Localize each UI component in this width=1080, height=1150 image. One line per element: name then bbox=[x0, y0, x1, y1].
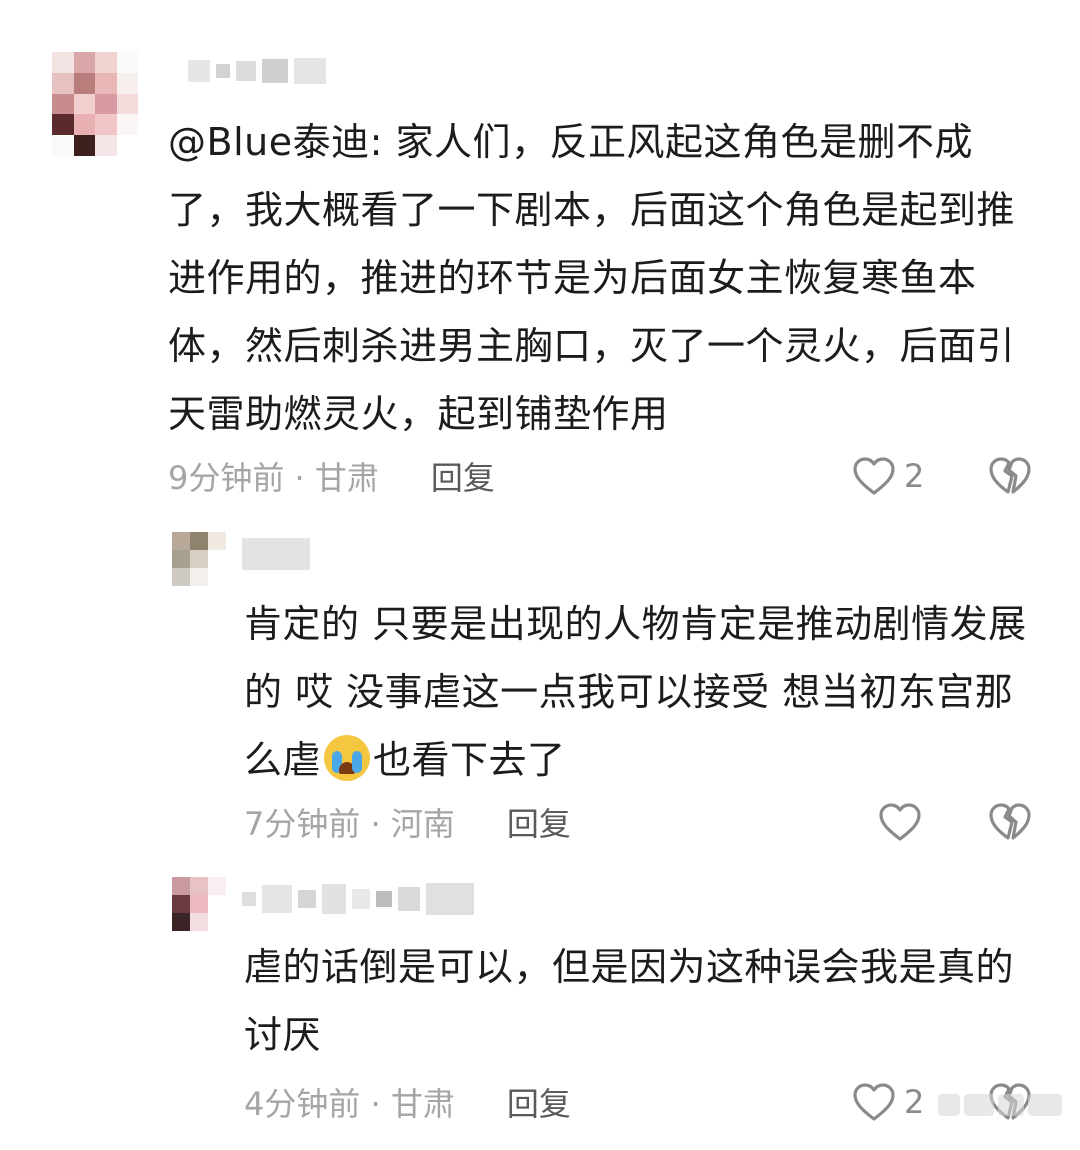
like-button[interactable]: 2 bbox=[852, 1082, 928, 1122]
comment-reply: 虐的话倒是可以，但是因为这种误会我是真的讨厌 4分钟前 · 甘肃 回复 2 bbox=[0, 865, 1080, 1150]
username-blurred[interactable] bbox=[242, 536, 310, 572]
like-count: 2 bbox=[904, 457, 925, 495]
reply-button[interactable]: 回复 bbox=[431, 453, 495, 499]
username-blurred[interactable] bbox=[188, 58, 326, 84]
comment-reply: 肯定的 只要是出现的人物肯定是推动剧情发展的 哎 没事虐这一点我可以接受 想当初… bbox=[0, 520, 1080, 865]
comment-top-level: @Blue泰迪: 家人们，反正风起这角色是删不成了，我大概看了一下剧本，后面这个… bbox=[0, 0, 1080, 520]
time-location: 9分钟前 · 甘肃 bbox=[168, 459, 379, 497]
broken-heart-icon bbox=[989, 803, 1031, 840]
avatar[interactable] bbox=[52, 52, 138, 156]
username-blurred[interactable] bbox=[242, 879, 474, 919]
comment-meta: 4分钟前 · 甘肃 回复 bbox=[244, 1080, 571, 1124]
time-location: 7分钟前 · 河南 bbox=[244, 805, 455, 843]
reply-button[interactable]: 回复 bbox=[507, 1079, 571, 1125]
heart-outline-icon bbox=[879, 803, 921, 841]
reply-button[interactable]: 回复 bbox=[507, 799, 571, 845]
comment-actions bbox=[878, 800, 1031, 844]
avatar[interactable] bbox=[172, 532, 226, 586]
dislike-button[interactable] bbox=[988, 456, 1032, 496]
comment-meta: 7分钟前 · 河南 回复 bbox=[244, 800, 571, 844]
heart-outline-icon bbox=[853, 457, 895, 495]
broken-heart-icon bbox=[989, 457, 1031, 494]
comment-actions: 2 bbox=[852, 454, 1031, 498]
comment-thread: @Blue泰迪: 家人们，反正风起这角色是删不成了，我大概看了一下剧本，后面这个… bbox=[0, 0, 1080, 1150]
avatar[interactable] bbox=[172, 877, 226, 931]
like-button[interactable] bbox=[878, 802, 922, 842]
comment-body: @Blue泰迪: 家人们，反正风起这角色是删不成了，我大概看了一下剧本，后面这个… bbox=[168, 120, 1016, 436]
watermark-blurred bbox=[938, 1090, 1068, 1120]
comment-meta: 9分钟前 · 甘肃 回复 bbox=[168, 454, 495, 498]
dislike-button[interactable] bbox=[988, 802, 1032, 842]
like-button[interactable]: 2 bbox=[852, 456, 928, 496]
loudly-crying-face-emoji-icon bbox=[324, 735, 371, 781]
comment-body: 虐的话倒是可以，但是因为这种误会我是真的讨厌 bbox=[244, 945, 1015, 1057]
heart-outline-icon bbox=[853, 1083, 895, 1121]
like-count: 2 bbox=[904, 1083, 925, 1121]
comment-body: 肯定的 只要是出现的人物肯定是推动剧情发展的 哎 没事虐这一点我可以接受 想当初… bbox=[244, 590, 1044, 794]
time-location: 4分钟前 · 甘肃 bbox=[244, 1085, 455, 1123]
comment-body-text-end: 也看下去了 bbox=[373, 738, 566, 782]
comment-actions: 2 bbox=[852, 1080, 1031, 1124]
